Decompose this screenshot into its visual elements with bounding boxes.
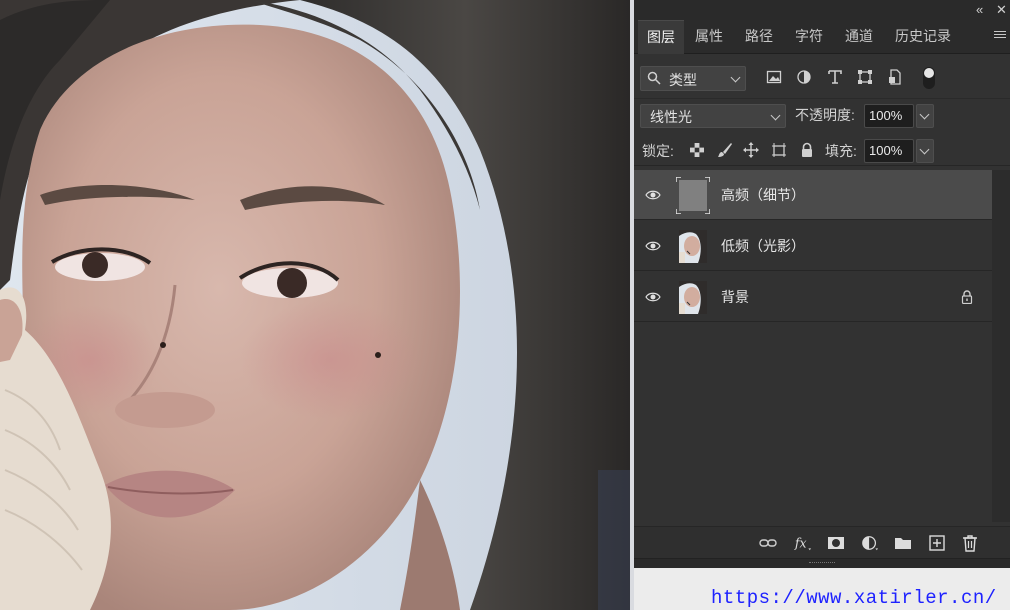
tab-character[interactable]: 字符 xyxy=(786,20,832,54)
tab-properties[interactable]: 属性 xyxy=(686,20,732,54)
type-filter-icon[interactable] xyxy=(827,69,843,85)
new-layer-icon[interactable] xyxy=(928,534,946,552)
opacity-label: 不透明度: xyxy=(795,107,855,123)
eye-icon[interactable] xyxy=(645,240,661,252)
tab-paths[interactable]: 路径 xyxy=(736,20,782,54)
chevron-down-icon xyxy=(919,144,930,155)
fill-input[interactable]: 100% xyxy=(864,139,914,163)
filter-toggle-switch[interactable] xyxy=(923,67,935,89)
adjustment-filter-icon[interactable] xyxy=(796,69,812,85)
photoshop-workspace: « ✕ 图层 属性 路径 字符 通道 历史记录 类型 线性光 不透明度: 100… xyxy=(0,0,1010,610)
chevron-down-icon xyxy=(730,72,741,83)
layer-thumbnail-photo xyxy=(679,230,707,263)
adjustment-layer-icon[interactable] xyxy=(861,534,879,552)
layers-scrollbar[interactable] xyxy=(992,170,1010,522)
layer-row-high-frequency[interactable]: 高频（细节） xyxy=(634,170,992,220)
layer-row-background[interactable]: 背景 xyxy=(634,272,992,322)
layer-thumbnail-gray xyxy=(676,177,710,214)
shape-filter-icon[interactable] xyxy=(857,69,873,85)
close-panel-icon[interactable]: ✕ xyxy=(996,2,1007,18)
filter-kind-select[interactable]: 类型 xyxy=(640,66,746,91)
blend-mode-row: 线性光 不透明度: 100% xyxy=(634,100,1010,132)
panel-menu-icon[interactable] xyxy=(994,29,1006,43)
layer-thumbnail-photo xyxy=(679,281,707,314)
group-folder-icon[interactable] xyxy=(894,534,912,552)
tab-layers[interactable]: 图层 xyxy=(638,20,684,54)
smart-object-filter-icon[interactable] xyxy=(887,69,903,85)
lock-artboard-icon[interactable] xyxy=(771,142,787,158)
collapse-panel-icon[interactable]: « xyxy=(976,2,983,18)
layer-filter-row: 类型 xyxy=(634,55,1010,99)
trash-icon[interactable] xyxy=(961,534,979,552)
fill-label: 填充: xyxy=(825,143,857,159)
link-layers-icon[interactable] xyxy=(759,534,777,552)
svg-text:fx: fx xyxy=(794,536,807,551)
layer-row-low-frequency[interactable]: 低频（光影） xyxy=(634,221,992,271)
mask-icon[interactable] xyxy=(827,534,845,552)
lock-icon[interactable] xyxy=(961,290,973,304)
panel-title-bar: « ✕ xyxy=(634,0,1010,20)
portrait-photo xyxy=(0,0,630,610)
blend-mode-value: 线性光 xyxy=(650,109,692,125)
layer-name: 低频（光影） xyxy=(721,238,805,254)
pixel-filter-icon[interactable] xyxy=(766,69,782,85)
watermark-url: https://www.xatirler.cn/ xyxy=(711,587,997,609)
panel-tabs: 图层 属性 路径 字符 通道 历史记录 xyxy=(634,20,1010,54)
lock-image-pixels-icon[interactable] xyxy=(717,142,733,158)
layer-name: 高频（细节） xyxy=(721,187,805,203)
panel-resize-handle[interactable] xyxy=(634,558,1010,568)
lock-label: 锁定: xyxy=(642,143,674,159)
fx-icon[interactable]: fx xyxy=(794,534,812,552)
eye-icon[interactable] xyxy=(645,189,661,201)
lock-all-icon[interactable] xyxy=(799,142,815,158)
lock-row: 锁定: 填充: 100% xyxy=(634,136,1010,166)
chevron-down-icon xyxy=(919,109,930,120)
opacity-input[interactable]: 100% xyxy=(864,104,914,128)
blend-mode-select[interactable]: 线性光 xyxy=(640,104,786,128)
tab-history[interactable]: 历史记录 xyxy=(886,20,960,54)
layers-panel-footer: fx xyxy=(634,526,1010,558)
lock-transparent-pixels-icon[interactable] xyxy=(689,142,705,158)
fill-dropdown[interactable] xyxy=(916,139,934,163)
filter-kind-value: 类型 xyxy=(669,72,697,88)
eye-icon[interactable] xyxy=(645,291,661,303)
chevron-down-icon xyxy=(770,110,781,121)
search-icon xyxy=(647,71,661,85)
opacity-dropdown[interactable] xyxy=(916,104,934,128)
layers-panel: « ✕ 图层 属性 路径 字符 通道 历史记录 类型 线性光 不透明度: 100… xyxy=(634,0,1010,568)
tab-channels[interactable]: 通道 xyxy=(836,20,882,54)
lock-position-icon[interactable] xyxy=(743,142,759,158)
document-canvas[interactable] xyxy=(0,0,630,610)
layer-name: 背景 xyxy=(721,289,749,305)
